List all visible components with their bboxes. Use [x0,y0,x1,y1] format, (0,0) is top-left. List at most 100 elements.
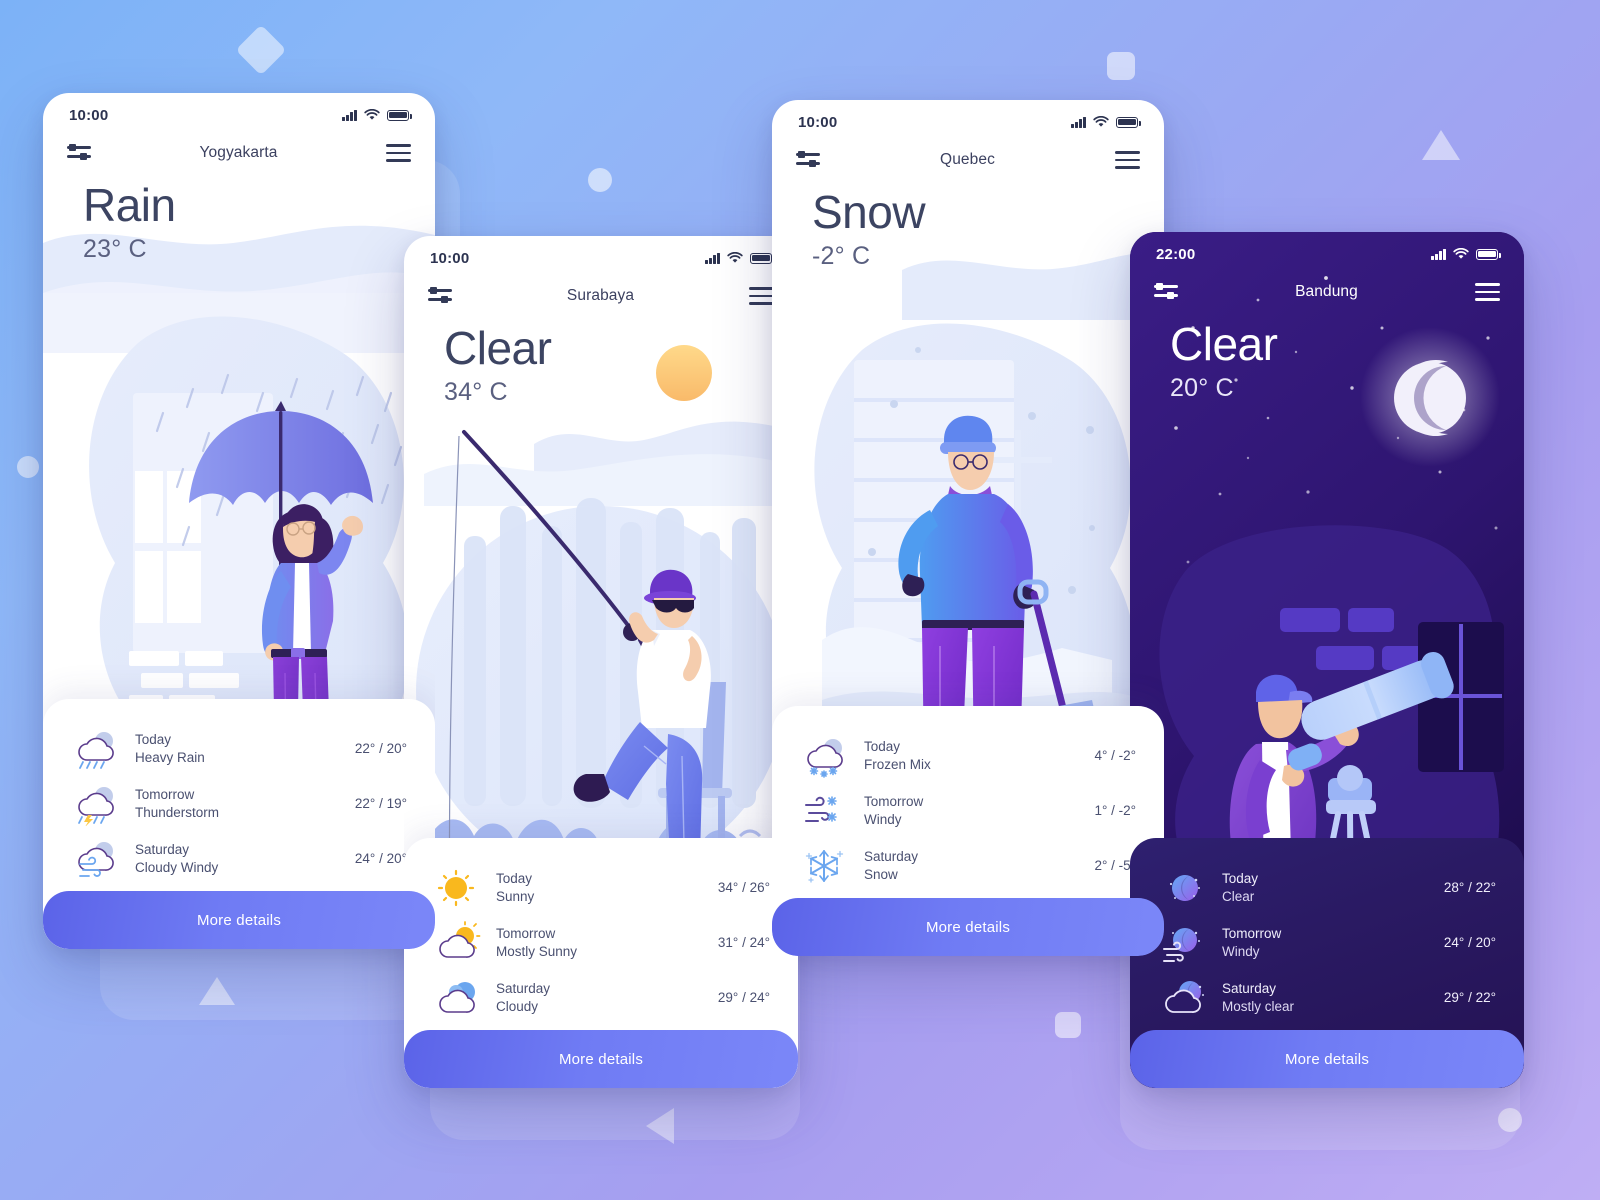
forecast-desc: Frozen Mix [864,756,931,772]
forecast-desc: Cloudy [496,998,539,1014]
menu-icon[interactable] [386,144,411,162]
forecast-temps: 34° / 26° [717,880,770,895]
more-details-button[interactable]: More details [404,1030,798,1088]
forecast-row[interactable]: Saturday Cloudy 29° / 24° [432,970,770,1025]
temperature-label: -2° C [812,242,871,271]
more-details-button[interactable]: More details [1130,1030,1524,1088]
wifi-icon [364,109,380,120]
forecast-day: Tomorrow [135,786,195,802]
windy-moon-icon [1158,921,1208,965]
condition-label: Rain [83,179,176,231]
forecast-row[interactable]: Tomorrow Thunderstorm 22° / 19° [71,776,407,831]
decor-square-bottom [1055,1012,1081,1038]
status-time: 10:00 [430,249,470,267]
forecast-temps: 28° / 22° [1443,880,1496,895]
rain-cloud-icon [71,727,121,771]
forecast-row[interactable]: Saturday Mostly clear 29° / 22° [1158,970,1496,1025]
more-details-button[interactable]: More details [772,898,1164,956]
forecast-temps: 4° / -2° [1094,748,1136,763]
decor-triangle-top-right [1422,130,1460,160]
condition-label: Clear [1170,318,1278,370]
signal-icon [342,109,357,121]
city-title: Bandung [1295,283,1358,300]
city-title: Quebec [940,151,995,168]
battery-icon [387,109,412,121]
forecast-row[interactable]: Today Sunny 34° / 26° [432,860,770,915]
menu-icon[interactable] [1474,283,1500,301]
forecast-desc: Mostly clear [1222,998,1295,1014]
more-details-button[interactable]: More details [43,891,435,949]
filter-icon[interactable] [67,144,91,161]
condition-label: Snow [812,186,926,238]
battery-icon [1476,248,1501,260]
condition-label: Clear [444,322,552,374]
temperature-label: 23° C [83,235,147,264]
weather-card-bandung[interactable]: 22:00 Bandung Clear 20° C Today Clear 28°… [1130,232,1524,1088]
forecast-temps: 29° / 24° [717,990,770,1005]
decor-triangle-bottom-mid [646,1108,674,1144]
nav-bar: Surabaya [404,274,798,318]
forecast-desc: Cloudy Windy [135,859,219,875]
forecast-temps: 31° / 24° [717,935,770,950]
forecast-row[interactable]: Today Clear 28° / 22° [1158,860,1496,915]
decor-diamond-top [235,24,287,76]
filter-icon[interactable] [1154,283,1178,300]
forecast-row[interactable]: Saturday Cloudy Windy 24° / 20° [71,831,407,886]
forecast-temps: 24° / 20° [1443,935,1496,950]
hero-weather: Rain 23° C [83,181,176,264]
moon-icon [1158,866,1208,910]
signal-icon [1071,116,1086,128]
forecast-day: Tomorrow [1222,925,1282,941]
forecast-temps: 1° / -2° [1094,803,1136,818]
forecast-day: Saturday [1222,980,1277,996]
forecast-desc: Clear [1222,888,1255,904]
forecast-row[interactable]: Today Heavy Rain 22° / 20° [71,721,407,776]
menu-icon[interactable] [749,287,774,305]
status-time: 10:00 [69,106,109,124]
signal-icon [1431,248,1446,260]
forecast-row[interactable]: Today Frozen Mix 4° / -2° [800,728,1136,783]
decor-circle-bottom-right [1498,1108,1522,1132]
forecast-desc: Mostly Sunny [496,943,578,959]
status-time: 22:00 [1156,245,1196,263]
temperature-label: 20° C [1170,374,1234,403]
decor-triangle-bottom-left [199,977,235,1005]
weather-card-surabaya[interactable]: 10:00 Surabaya Clear 34° C Today Sunny 34… [404,236,798,1088]
hero-weather: Clear 34° C [444,322,552,407]
forecast-row[interactable]: Tomorrow Windy 1° / -2° [800,783,1136,838]
forecast-row[interactable]: Saturday Snow 2° / -5° [800,838,1136,893]
forecast-temps: 24° / 20° [354,851,407,866]
forecast-desc: Sunny [496,888,535,904]
forecast-desc: Heavy Rain [135,749,205,765]
moon-behind-cloud-icon [1158,976,1208,1020]
forecast-day: Saturday [864,848,919,864]
forecast-day: Today [864,738,901,754]
forecast-day: Today [496,870,533,886]
menu-icon[interactable] [1114,151,1140,169]
city-title: Surabaya [566,287,635,304]
forecast-temps: 22° / 20° [354,741,407,756]
sun-behind-cloud-icon [432,920,482,965]
nav-bar: Quebec [772,138,1164,182]
snow-cloud-icon [800,734,850,778]
forecast-day: Today [1222,870,1259,886]
forecast-desc: Windy [1222,943,1260,959]
filter-icon[interactable] [796,151,820,168]
forecast-day: Today [135,731,172,747]
status-time: 10:00 [798,113,838,131]
filter-icon[interactable] [428,287,452,304]
weather-card-yogyakarta[interactable]: 10:00 Yogyakarta Rain 23° C Today Heavy R… [43,93,435,949]
forecast-day: Saturday [496,980,551,996]
hero-weather: Clear 20° C [1170,318,1278,403]
forecast-day: Tomorrow [496,925,556,941]
wifi-icon [727,252,743,263]
nav-bar: Bandung [1130,270,1524,314]
forecast-row[interactable]: Tomorrow Windy 24° / 20° [1158,915,1496,970]
windy-cloud-icon [71,837,121,881]
forecast-temps: 22° / 19° [354,796,407,811]
forecast-day: Saturday [135,841,190,857]
city-title: Yogyakarta [199,144,278,161]
weather-card-quebec[interactable]: 10:00 Quebec Snow -2° C Today Frozen Mix … [772,100,1164,956]
thunderstorm-cloud-icon [71,782,121,827]
forecast-row[interactable]: Tomorrow Mostly Sunny 31° / 24° [432,915,770,970]
